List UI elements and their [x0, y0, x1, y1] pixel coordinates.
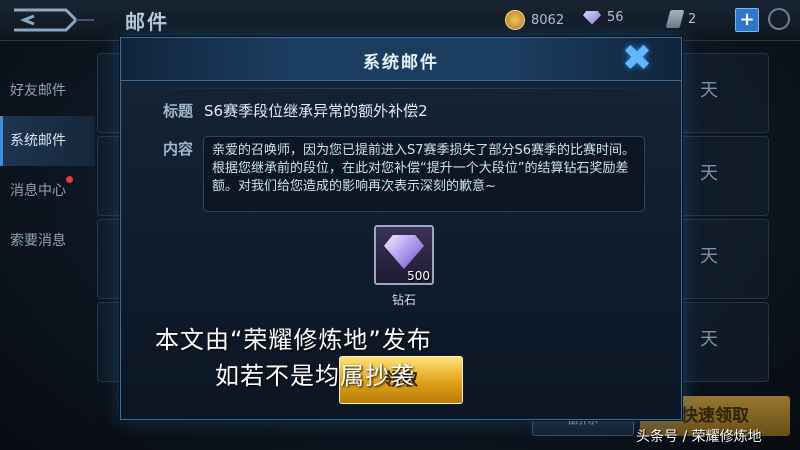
mail-content: 亲爱的召唤师，因为您已提前进入S7赛季损失了部分S6赛季的比赛时间。根据您继承前…	[212, 143, 636, 194]
overlay-caption-line1: 本文由“荣耀修炼地”发布	[155, 326, 432, 354]
days-remaining: 天	[700, 329, 718, 350]
settings-icon[interactable]	[768, 8, 790, 30]
coin-icon	[505, 10, 525, 30]
gem-amount: 56	[607, 10, 624, 25]
subject-label: 标题	[163, 102, 194, 120]
divider	[121, 88, 681, 89]
gem-counter: 56	[583, 10, 624, 25]
mail-subject: S6赛季段位继承异常的额外补偿2	[204, 102, 428, 120]
page-title: 邮件	[125, 10, 169, 34]
sidebar-item-label: 索要消息	[10, 233, 66, 249]
days-remaining: 天	[700, 80, 718, 101]
top-bar: 邮件 8062 56 2 +	[0, 0, 800, 41]
sidebar-item-label: 系统邮件	[10, 133, 66, 149]
reward-name: 钻石	[391, 293, 416, 307]
ticket-amount: 2	[688, 11, 697, 27]
reward-quantity: 500	[407, 269, 430, 283]
recharge-button[interactable]: +	[735, 8, 759, 32]
coin-amount: 8062	[531, 12, 565, 28]
sidebar-item-message-center[interactable]: 消息中心	[0, 166, 95, 216]
sidebar-item-request-messages[interactable]: 索要消息	[0, 216, 95, 266]
watermark-text: 头条号 / 荣耀修炼地	[636, 429, 762, 445]
mail-category-sidebar: 好友邮件 系统邮件 消息中心 索要消息	[0, 66, 95, 266]
dialog-title: 系统邮件	[363, 53, 439, 73]
diamond-icon	[384, 235, 424, 269]
overlay-caption-line2: 如若不是均属抄袭	[215, 362, 415, 390]
close-icon[interactable]: ✖	[618, 41, 656, 77]
ticket-icon	[665, 10, 685, 28]
ticket-counter: 2	[665, 10, 697, 28]
sidebar-item-system-mail[interactable]: 系统邮件	[0, 116, 95, 166]
back-button[interactable]	[6, 4, 96, 36]
gem-icon	[583, 10, 601, 25]
days-remaining: 天	[700, 163, 718, 184]
sidebar-item-label: 好友邮件	[10, 83, 66, 99]
content-label: 内容	[163, 140, 194, 158]
mail-content-box[interactable]: 亲爱的召唤师，因为您已提前进入S7赛季损失了部分S6赛季的比赛时间。根据您继承前…	[203, 136, 645, 212]
reward-item[interactable]: 500	[374, 225, 434, 285]
coin-counter: 8062	[505, 10, 564, 30]
notification-badge	[66, 176, 73, 183]
sidebar-item-friend-mail[interactable]: 好友邮件	[0, 66, 95, 116]
dialog-header: 系统邮件 ✖	[121, 38, 681, 81]
days-remaining: 天	[700, 246, 718, 267]
sidebar-item-label: 消息中心	[10, 183, 66, 199]
